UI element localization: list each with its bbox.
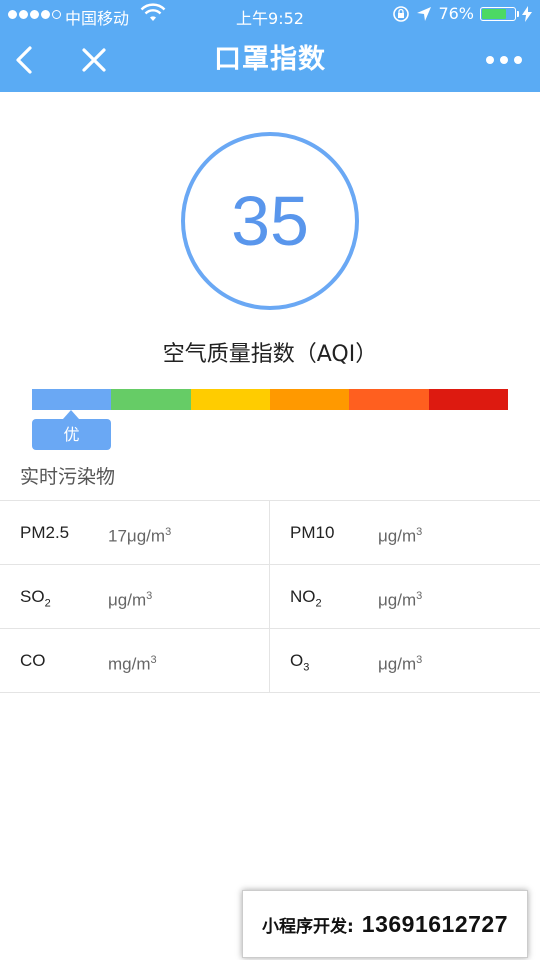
aqi-scale-segment-6: [428, 389, 508, 410]
more-icon: [486, 56, 494, 64]
aqi-scale-bar: [32, 389, 508, 410]
pollutant-grid: PM2.5 17μg/m3 PM10 μg/m3 SO2 μg/m3 NO2 μ…: [0, 500, 540, 693]
battery-level: [482, 8, 507, 19]
pollutant-value: mg/m3: [108, 654, 157, 674]
aqi-scale-segment-1: [32, 389, 112, 410]
pollutant-value: μg/m3: [378, 590, 423, 610]
top-bar: 中国移动 上午9:52 76% 口罩指数: [0, 0, 540, 92]
pollutant-name: PM2.5: [20, 523, 70, 542]
pollutant-name: O3: [290, 651, 310, 674]
aqi-level-badge: 优: [32, 419, 111, 450]
pointer-arrow-icon: [63, 410, 79, 419]
aqi-scale-segment-2: [111, 389, 191, 410]
pollutant-cell-co: CO mg/m3: [0, 629, 270, 692]
pollutant-cell-so2: SO2 μg/m3: [0, 565, 270, 628]
battery-percent: 76%: [438, 4, 474, 23]
pollutant-row: CO mg/m3 O3 μg/m3: [0, 629, 540, 693]
aqi-scale-segment-4: [269, 389, 350, 410]
more-button[interactable]: [486, 52, 522, 68]
pollutant-cell-pm25: PM2.5 17μg/m3: [0, 501, 270, 564]
pollutant-cell-pm10: PM10 μg/m3: [270, 501, 540, 564]
aqi-ring: 35: [181, 132, 359, 310]
pollutant-name: PM10: [290, 523, 335, 542]
pollutant-row: PM2.5 17μg/m3 PM10 μg/m3: [0, 501, 540, 565]
pollutant-value: μg/m3: [378, 654, 423, 674]
status-bar: 中国移动 上午9:52 76%: [0, 0, 540, 30]
aqi-scale-segment-3: [190, 389, 270, 410]
aqi-label: 空气质量指数（AQI）: [162, 342, 378, 367]
ad-phone-number[interactable]: 13691612727: [362, 911, 508, 938]
ad-label: 小程序开发:: [261, 916, 354, 937]
pollutant-cell-no2: NO2 μg/m3: [270, 565, 540, 628]
pollutant-value: μg/m3: [108, 590, 153, 610]
rotation-lock-icon: [393, 5, 410, 22]
pollutant-name: NO2: [290, 587, 322, 610]
pollutant-name: CO: [20, 651, 46, 670]
pollutant-name: SO2: [20, 587, 51, 610]
pollutant-value: μg/m3: [378, 526, 423, 546]
charging-bolt-icon: [522, 5, 532, 22]
aqi-value: 35: [231, 182, 309, 260]
pollutant-row: SO2 μg/m3 NO2 μg/m3: [0, 565, 540, 629]
aqi-level-indicator: 优: [32, 410, 111, 450]
pollutant-value: 17μg/m3: [108, 526, 172, 546]
status-right: 76%: [392, 4, 532, 23]
page-title: 口罩指数: [214, 44, 326, 75]
aqi-scale-segment-5: [349, 389, 429, 410]
location-arrow-icon: [417, 6, 432, 21]
pollutant-cell-o3: O3 μg/m3: [270, 629, 540, 692]
pollutants-title: 实时污染物: [20, 466, 116, 488]
battery-icon: [480, 6, 519, 21]
ad-banner[interactable]: 小程序开发: 13691612727: [242, 890, 528, 958]
